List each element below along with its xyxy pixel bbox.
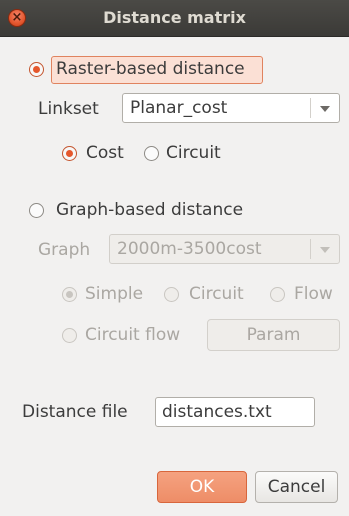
- linkset-value: Planar_cost: [130, 98, 228, 118]
- select-separator: [310, 239, 311, 259]
- select-separator: [310, 98, 311, 118]
- graph-label: Graph: [38, 240, 91, 260]
- graph-circuit-label[interactable]: Circuit: [189, 284, 244, 304]
- raster-distance-radio[interactable]: [29, 62, 44, 77]
- circuit-flow-label[interactable]: Circuit flow: [85, 325, 180, 345]
- simple-radio[interactable]: [62, 287, 77, 302]
- ok-button[interactable]: OK: [157, 471, 247, 503]
- linkset-label: Linkset: [38, 99, 99, 119]
- circuit-flow-radio[interactable]: [62, 328, 77, 343]
- graph-circuit-radio[interactable]: [164, 287, 179, 302]
- simple-label[interactable]: Simple: [85, 284, 143, 304]
- graph-distance-label[interactable]: Graph-based distance: [56, 200, 243, 220]
- circuit-label[interactable]: Circuit: [166, 143, 221, 163]
- circuit-radio[interactable]: [144, 146, 159, 161]
- cost-radio[interactable]: [62, 146, 77, 161]
- graph-distance-radio[interactable]: [29, 203, 44, 218]
- graph-value: 2000m-3500cost: [117, 239, 262, 259]
- distance-file-input[interactable]: [155, 397, 315, 427]
- raster-distance-label[interactable]: Raster-based distance: [56, 59, 245, 79]
- chevron-down-icon: [320, 247, 330, 253]
- title-bar: × Distance matrix: [0, 0, 349, 37]
- cancel-button[interactable]: Cancel: [255, 471, 338, 503]
- flow-label[interactable]: Flow: [294, 284, 333, 304]
- distance-file-label: Distance file: [22, 402, 128, 422]
- linkset-select[interactable]: Planar_cost: [122, 93, 340, 123]
- distance-matrix-dialog: × Distance matrix Raster-based distance …: [0, 0, 349, 516]
- flow-radio[interactable]: [270, 287, 285, 302]
- graph-select[interactable]: 2000m-3500cost: [109, 234, 340, 264]
- param-button[interactable]: Param: [207, 319, 340, 351]
- window-title: Distance matrix: [103, 8, 246, 27]
- cost-label[interactable]: Cost: [86, 143, 124, 163]
- distance-file-field[interactable]: [156, 398, 314, 426]
- chevron-down-icon: [320, 106, 330, 112]
